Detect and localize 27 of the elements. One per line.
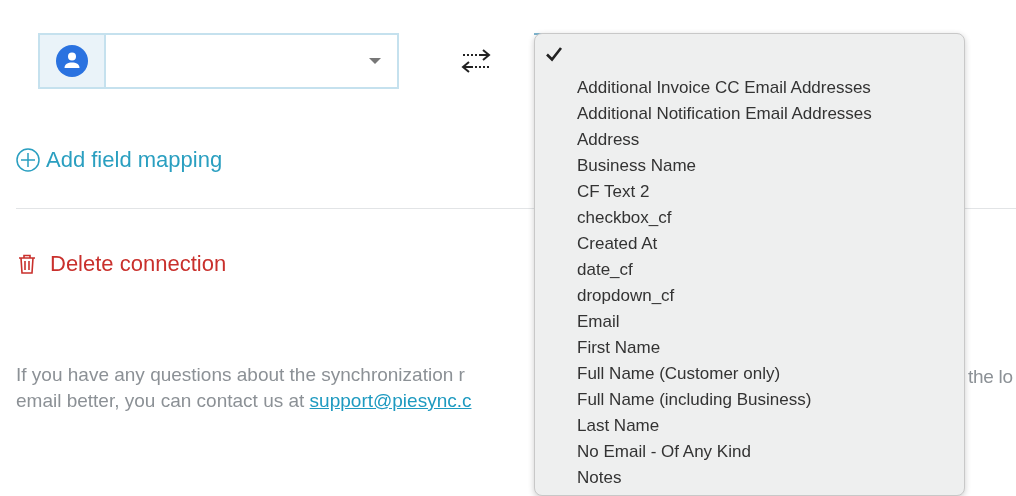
menu-item[interactable]: Additional Notification Email Addresses <box>535 101 964 127</box>
menu-item[interactable]: Notes <box>535 465 964 491</box>
menu-item[interactable]: Full Name (including Business) <box>535 387 964 413</box>
person-icon <box>56 45 88 77</box>
help-text: email better, you can contact us at <box>16 390 306 411</box>
menu-item[interactable]: Business Name <box>535 153 964 179</box>
menu-item[interactable]: Additional Invoice CC Email Addresses <box>535 75 964 101</box>
menu-item[interactable]: dropdown_cf <box>535 283 964 309</box>
trash-icon <box>18 254 36 274</box>
menu-item[interactable]: Created At <box>535 231 964 257</box>
menu-item[interactable]: Address <box>535 127 964 153</box>
menu-item[interactable]: No Email - Of Any Kind <box>535 439 964 465</box>
menu-item[interactable]: Last Name <box>535 413 964 439</box>
menu-item[interactable]: Email <box>535 309 964 335</box>
help-text: the lo <box>968 365 1013 389</box>
field-select[interactable] <box>38 33 399 89</box>
delete-connection-link[interactable]: Delete connection <box>18 251 227 277</box>
menu-item[interactable]: date_cf <box>535 257 964 283</box>
caret-icon <box>369 58 381 64</box>
checkmark-icon <box>545 46 563 62</box>
help-text: If you have any questions about the synchronization r <box>16 364 465 385</box>
menu-item[interactable]: CF Text 2 <box>535 179 964 205</box>
swap-arrows-icon[interactable] <box>461 48 491 74</box>
menu-item[interactable]: checkbox_cf <box>535 205 964 231</box>
plus-circle-icon <box>16 148 40 172</box>
menu-item[interactable]: First Name <box>535 335 964 361</box>
menu-item[interactable]: Full Name (Customer only) <box>535 361 964 387</box>
